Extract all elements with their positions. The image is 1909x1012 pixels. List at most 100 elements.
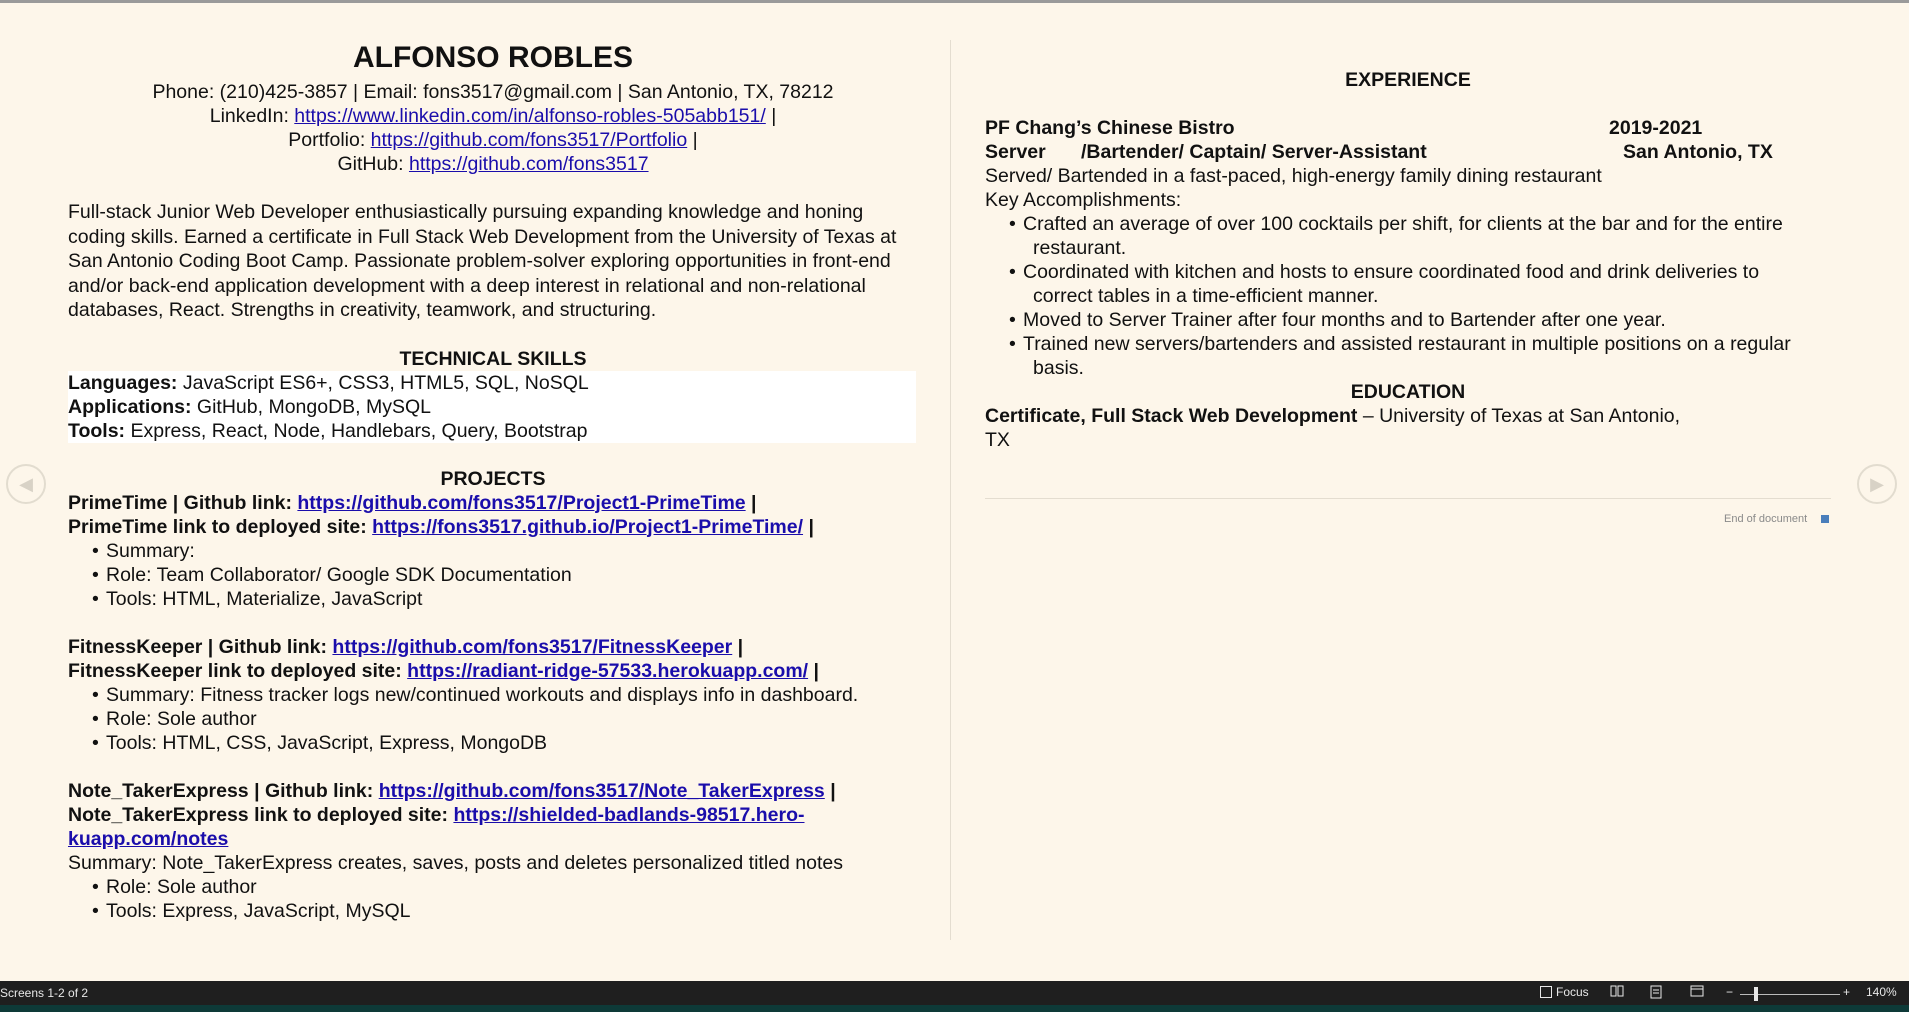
job-description: Served/ Bartended in a fast-paced, high-… [985, 165, 1602, 187]
project3-summary: Summary: Note_TakerExpress creates, save… [68, 851, 843, 874]
focus-button[interactable]: Focus [1540, 985, 1589, 999]
project3-site-link-cont[interactable]: kuapp.com/notes [68, 828, 228, 850]
project1-bullets: Summary: Role: Team Collaborator/ Google… [68, 539, 918, 611]
end-of-document-marker: End of document [1724, 513, 1830, 525]
list-item: Coordinated with kitchen and hosts to en… [1009, 260, 1835, 308]
list-item: Tools: HTML, CSS, JavaScript, Express, M… [92, 731, 918, 755]
github-label: GitHub: [337, 153, 409, 175]
company-name: PF Chang’s Chinese Bistro [985, 117, 1235, 139]
projects-heading: PROJECTS [440, 467, 546, 490]
book-icon [1610, 985, 1624, 997]
zoom-in-button[interactable]: + [1843, 985, 1850, 999]
next-screen-button[interactable]: ▶ [1857, 464, 1897, 504]
project2-site-link[interactable]: https://radiant-ridge-57533.herokuapp.co… [407, 660, 808, 682]
summary-paragraph: Full-stack Junior Web Developer enthusia… [68, 201, 897, 321]
experience-title-row: Server /Bartender/ Captain/ Server-Assis… [985, 140, 1835, 164]
zoom-out-button[interactable]: − [1726, 985, 1733, 999]
applications-label: Applications: [68, 395, 192, 418]
end-of-document-label: End of document [1724, 513, 1808, 525]
job-title-part-1: Server [985, 141, 1046, 163]
project1-github-link[interactable]: https://github.com/fons3517/Project1-Pri… [297, 492, 745, 514]
education-heading: EDUCATION [1350, 381, 1466, 403]
linkedin-link[interactable]: https://www.linkedin.com/in/alfonso-robl… [294, 105, 766, 127]
languages-line: Languages: JavaScript ES6+, CSS3, HTML5,… [68, 371, 916, 395]
taskbar-strip [0, 1005, 1909, 1012]
job-title-part-2: /Bartender/ Captain/ Server-Assistant [1081, 141, 1427, 163]
list-item: Summary: Fitness tracker logs new/contin… [92, 683, 918, 707]
tools-value: Express, React, Node, Handlebars, Query,… [125, 419, 588, 442]
bullet-text: Crafted an average of over 100 cocktails… [1023, 213, 1783, 235]
web-layout-button[interactable] [1690, 985, 1704, 997]
technical-skills-heading: TECHNICAL SKILLS [399, 347, 587, 370]
screen-count[interactable]: Screens 1-2 of 2 [0, 986, 88, 1000]
project2-github-label: FitnessKeeper | Github link: [68, 635, 333, 658]
list-item: Crafted an average of over 100 cocktails… [1009, 212, 1835, 260]
bullet-text: Coordinated with kitchen and hosts to en… [1023, 261, 1760, 283]
applications-line: Applications: GitHub, MongoDB, MySQL [68, 395, 916, 419]
print-layout-button[interactable] [1650, 985, 1662, 999]
applications-value: GitHub, MongoDB, MySQL [191, 395, 432, 418]
zoom-level[interactable]: 140% [1866, 985, 1897, 999]
list-item: Role: Sole author [92, 707, 918, 731]
skills-block: Languages: JavaScript ES6+, CSS3, HTML5,… [68, 370, 916, 443]
accomplishments-list: Crafted an average of over 100 cocktails… [985, 212, 1835, 380]
portfolio-label: Portfolio: [288, 129, 371, 151]
page-right: EXPERIENCE PF Chang’s Chinese Bistro 201… [985, 40, 1835, 452]
project2-bullets: Summary: Fitness tracker logs new/contin… [68, 683, 918, 755]
project3-github-line: Note_TakerExpress | Github link: https:/… [68, 779, 918, 803]
project2-github-line: FitnessKeeper | Github link: https://git… [68, 635, 918, 659]
list-item: Tools: Express, JavaScript, MySQL [92, 899, 918, 923]
chevron-right-icon: ▶ [1870, 473, 1884, 494]
previous-screen-button[interactable]: ◀ [6, 464, 46, 504]
portfolio-sep: | [687, 129, 698, 151]
linkedin-label: LinkedIn: [209, 105, 295, 127]
web-layout-icon [1690, 985, 1704, 997]
degree-name: Certificate, Full Stack Web Development [985, 405, 1358, 427]
end-of-document-rule [985, 498, 1831, 499]
job-location: San Antonio, TX [1623, 141, 1773, 163]
languages-label: Languages: [68, 371, 178, 394]
bullet-text-cont: basis. [1033, 357, 1084, 379]
portfolio-line: Portfolio: https://github.com/fons3517/P… [68, 128, 918, 152]
linkedin-line: LinkedIn: https://www.linkedin.com/in/al… [68, 104, 918, 128]
experience-heading: EXPERIENCE [1345, 69, 1471, 91]
portfolio-link[interactable]: https://github.com/fons3517/Portfolio [371, 129, 688, 151]
project1-site-sep: | [803, 515, 814, 538]
project2-github-link[interactable]: https://github.com/fons3517/FitnessKeepe… [332, 636, 732, 658]
tools-label: Tools: [68, 419, 126, 442]
education-line: Certificate, Full Stack Web Development … [985, 404, 1835, 428]
project1-github-line: PrimeTime | Github link: https://github.… [68, 491, 918, 515]
project2-site-label: FitnessKeeper link to deployed site: [68, 659, 408, 682]
project3-bullets: Role: Sole author Tools: Express, JavaSc… [68, 875, 918, 923]
education-state: TX [985, 429, 1010, 451]
end-square-icon [1821, 515, 1830, 523]
project3-github-sep: | [824, 779, 836, 802]
project1-site-line: PrimeTime link to deployed site: https:/… [68, 515, 918, 539]
chevron-left-icon: ◀ [19, 473, 33, 494]
resume-name: ALFONSO ROBLES [352, 41, 633, 74]
read-mode-button[interactable] [1610, 985, 1624, 997]
list-item: Moved to Server Trainer after four month… [1009, 308, 1835, 332]
bullet-text: Trained new servers/bartenders and assis… [1023, 333, 1791, 355]
project3-site-link[interactable]: https://shielded-badlands-98517.hero- [453, 804, 804, 826]
window-top-border [0, 0, 1909, 3]
focus-label: Focus [1556, 985, 1589, 999]
project3-github-link[interactable]: https://github.com/fons3517/Note_TakerEx… [379, 780, 825, 802]
project2-site-line: FitnessKeeper link to deployed site: htt… [68, 659, 918, 683]
project1-github-label: PrimeTime | Github link: [68, 491, 298, 514]
github-link[interactable]: https://github.com/fons3517 [409, 153, 649, 175]
list-item: Role: Sole author [92, 875, 918, 899]
project3-site-line: Note_TakerExpress link to deployed site:… [68, 803, 918, 827]
accomplishments-label: Key Accomplishments: [985, 189, 1182, 211]
list-item: Tools: HTML, Materialize, JavaScript [92, 587, 918, 611]
page-divider [950, 40, 951, 940]
linkedin-sep: | [765, 105, 777, 127]
school-name: – University of Texas at San Antonio, [1357, 405, 1681, 427]
experience-company-row: PF Chang’s Chinese Bistro 2019-2021 [985, 116, 1835, 140]
list-item: Role: Team Collaborator/ Google SDK Docu… [92, 563, 918, 587]
zoom-slider-thumb[interactable] [1754, 987, 1758, 1001]
bullet-text-cont: correct tables in a time-efficient manne… [1033, 285, 1379, 307]
tools-line: Tools: Express, React, Node, Handlebars,… [68, 419, 916, 443]
project1-site-link[interactable]: https://fons3517.github.io/Project1-Prim… [372, 516, 803, 538]
languages-value: JavaScript ES6+, CSS3, HTML5, SQL, NoSQL [177, 371, 589, 394]
